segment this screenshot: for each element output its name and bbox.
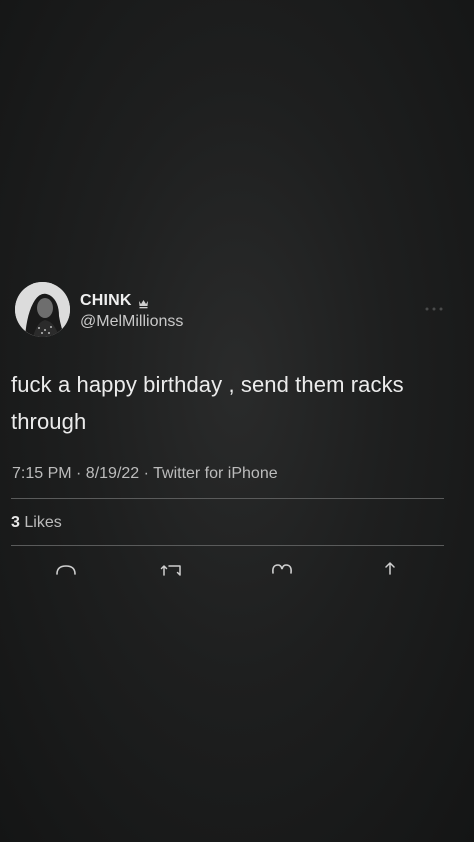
share-icon xyxy=(385,562,395,575)
share-button[interactable] xyxy=(378,560,402,578)
avatar[interactable] xyxy=(15,282,70,337)
crown-icon xyxy=(138,296,149,308)
tweet-card: CHINK @MelMillionss fuck a happy birthda… xyxy=(0,0,474,842)
likes-label: Likes xyxy=(24,514,62,531)
retweet-button[interactable] xyxy=(160,560,184,578)
reply-button[interactable] xyxy=(54,560,78,578)
likes-count: 3 xyxy=(11,514,20,531)
tweet-metadata: 7:15 PM · 8/19/22 · Twitter for iPhone xyxy=(12,465,278,482)
tweet-text: fuck a happy birthday , send them racks … xyxy=(11,372,404,434)
avatar-photo-icon xyxy=(15,282,70,337)
retweet-icon xyxy=(160,565,181,576)
display-name-row: CHINK xyxy=(80,292,149,310)
divider xyxy=(11,545,444,546)
reply-icon xyxy=(56,565,76,575)
user-handle[interactable]: @MelMillionss xyxy=(80,313,183,331)
like-button[interactable] xyxy=(270,560,294,578)
like-icon xyxy=(272,564,292,574)
display-name[interactable]: CHINK xyxy=(80,292,132,310)
divider xyxy=(11,498,444,499)
more-options-icon[interactable] xyxy=(425,298,443,311)
likes-summary[interactable]: 3 Likes xyxy=(11,514,62,532)
